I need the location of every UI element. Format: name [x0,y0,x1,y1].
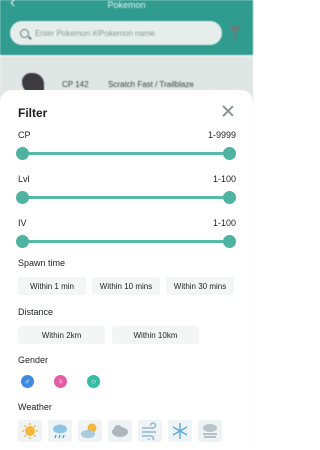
pokemon-cp: CP 142 [62,80,89,89]
rain-icon[interactable] [48,420,72,442]
windy-icon[interactable] [138,420,162,442]
lvl-slider[interactable] [16,191,236,205]
lvl-range: 1-100 [212,174,236,184]
distance-label: Distance [18,307,54,317]
weather-label: Weather [18,402,52,412]
snow-icon[interactable] [168,420,192,442]
iv-slider-max-handle[interactable] [223,235,236,248]
fog-icon[interactable] [198,420,222,442]
cp-slider-min-handle[interactable] [16,147,29,160]
male-icon[interactable]: ♂ [21,375,34,388]
cp-slider-track [22,152,230,155]
spawn-10min-chip[interactable]: Within 10 mins [92,277,160,295]
search-input[interactable]: Enter Pokemon #/Pokemon name [10,21,222,45]
distance-10km-chip[interactable]: Within 10km [112,326,199,344]
partly-cloudy-icon[interactable] [78,420,102,442]
iv-slider-min-handle[interactable] [16,235,29,248]
lvl-slider-min-handle[interactable] [16,191,29,204]
distance-2km-chip[interactable]: Within 2km [18,326,105,344]
iv-range: 1-100 [212,218,236,228]
search-placeholder: Enter Pokemon #/Pokemon name [35,28,156,38]
gender-label: Gender [18,355,49,365]
female-icon[interactable]: ♀ [54,375,67,388]
search-icon [20,28,29,38]
spawn-1min-chip[interactable]: Within 1 min [18,277,86,295]
cp-label: CP [18,130,31,140]
lvl-slider-track [22,196,230,199]
cloudy-icon[interactable] [108,420,132,442]
genderless-icon[interactable]: ○ [87,375,100,388]
iv-label: IV [18,218,27,228]
iv-slider-track [22,240,230,243]
lvl-slider-max-handle[interactable] [223,191,236,204]
filter-title: Filter [18,106,48,120]
pokemon-moves: Scratch Fast / Trailblaze [108,80,194,89]
iv-slider[interactable] [16,235,236,249]
cp-slider[interactable] [16,147,236,161]
cp-slider-max-handle[interactable] [223,147,236,160]
app-title: Pokemon [107,0,146,10]
sunny-icon[interactable] [18,420,42,442]
lvl-label: Lvl [18,174,30,184]
cp-range: 1-9999 [207,130,236,140]
spawn-30min-chip[interactable]: Within 30 mins [166,277,234,295]
filter-sheet: Filter CP 1-9999 Lvl 1-100 IV 1-100 Spaw… [0,90,253,450]
spawn-time-label: Spawn time [18,258,66,268]
filter-funnel-icon[interactable] [229,26,241,39]
close-icon[interactable] [221,104,235,118]
